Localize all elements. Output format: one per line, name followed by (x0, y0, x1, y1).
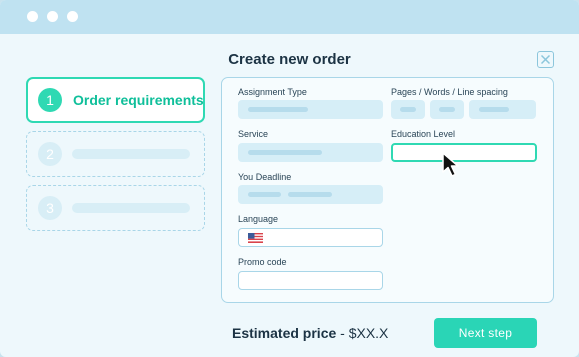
deadline-select[interactable] (238, 185, 383, 204)
step-number: 1 (38, 88, 62, 112)
value-placeholder (248, 192, 281, 197)
window-title-bar (0, 0, 579, 34)
estimated-price-value: - $XX.X (336, 325, 389, 341)
value-placeholder (479, 107, 509, 112)
dialog-title: Create new order (228, 51, 351, 68)
estimated-price: Estimated price - $XX.X (232, 325, 388, 341)
promo-code-label: Promo code (238, 257, 287, 267)
close-button[interactable] (537, 51, 554, 68)
value-placeholder (288, 192, 332, 197)
value-placeholder (400, 107, 416, 112)
value-placeholder (439, 107, 455, 112)
app-window: Create new order 1 Order requirements 2 … (0, 0, 579, 357)
step-label: Order requirements (73, 92, 204, 108)
language-select[interactable] (238, 228, 383, 247)
step-2[interactable]: 2 (26, 131, 205, 177)
step-label-placeholder (72, 203, 190, 213)
deadline-label: You Deadline (238, 172, 292, 182)
step-label-placeholder (72, 149, 190, 159)
assignment-type-label: Assignment Type (238, 87, 307, 97)
pages-words-spacing-label: Pages / Words / Line spacing (391, 87, 508, 97)
step-number: 3 (38, 196, 62, 220)
service-select[interactable] (238, 143, 383, 162)
words-input[interactable] (430, 100, 464, 119)
window-control-dot[interactable] (47, 11, 58, 22)
window-control-dot[interactable] (67, 11, 78, 22)
line-spacing-select[interactable] (469, 100, 536, 119)
education-level-select[interactable] (391, 143, 537, 162)
close-icon (540, 54, 551, 65)
step-order-requirements[interactable]: 1 Order requirements (26, 77, 205, 123)
next-step-button[interactable]: Next step (434, 318, 537, 348)
service-label: Service (238, 129, 269, 139)
assignment-type-select[interactable] (238, 100, 383, 119)
value-placeholder (248, 150, 322, 155)
window-control-dot[interactable] (27, 11, 38, 22)
education-level-label: Education Level (391, 129, 456, 139)
value-placeholder (248, 107, 308, 112)
step-number: 2 (38, 142, 62, 166)
estimated-price-label: Estimated price (232, 325, 337, 341)
promo-code-input[interactable] (238, 271, 383, 290)
step-3[interactable]: 3 (26, 185, 205, 231)
us-flag-icon (248, 233, 263, 243)
language-label: Language (238, 214, 279, 224)
pages-input[interactable] (391, 100, 425, 119)
mouse-pointer-icon (442, 152, 459, 177)
